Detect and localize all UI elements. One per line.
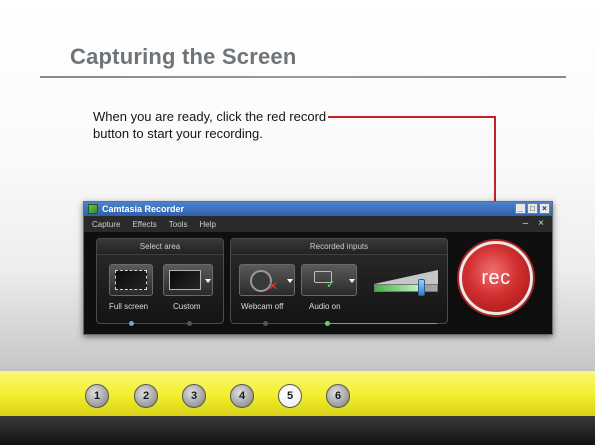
window-titlebar[interactable]: Camtasia Recorder _ □ × [84, 202, 552, 216]
camtasia-app-icon [88, 204, 98, 214]
record-button[interactable]: rec [459, 241, 533, 315]
full-screen-indicator [129, 321, 134, 326]
bottom-strip [0, 416, 595, 445]
nav-page-3-button[interactable]: 3 [182, 384, 206, 408]
select-area-panel: Select area Full screen Custom [96, 238, 224, 326]
menu-capture[interactable]: Capture [92, 220, 120, 229]
slide: Capturing the Screen When you are ready,… [0, 0, 595, 445]
menu-tools[interactable]: Tools [169, 220, 188, 229]
volume-wedge [374, 270, 438, 284]
full-screen-label: Full screen [109, 302, 149, 311]
title-divider [40, 76, 566, 78]
nav-page-1-button[interactable]: 1 [85, 384, 109, 408]
select-area-header: Select area [97, 239, 223, 255]
recorded-inputs-header: Recorded inputs [231, 239, 447, 255]
window-buttons: _ □ × [515, 203, 550, 214]
custom-area-button[interactable] [163, 264, 213, 296]
close-button[interactable]: × [539, 203, 550, 214]
menu-effects[interactable]: Effects [132, 220, 156, 229]
nav-page-4-button[interactable]: 4 [230, 384, 254, 408]
audio-label: Audio on [309, 302, 341, 311]
custom-dropdown-icon[interactable] [205, 279, 211, 283]
webcam-label: Webcam off [241, 302, 284, 311]
full-screen-button[interactable] [109, 264, 153, 296]
audio-track-line [327, 323, 437, 324]
recorder-close-button[interactable]: × [538, 218, 544, 229]
window-title: Camtasia Recorder [102, 204, 185, 214]
recorder-controls: – × [523, 218, 544, 229]
minimize-button[interactable]: _ [515, 203, 526, 214]
menu-help[interactable]: Help [199, 220, 215, 229]
audio-level-meter [375, 285, 420, 291]
nav-page-2-button[interactable]: 2 [134, 384, 158, 408]
collapse-button[interactable]: – [523, 218, 529, 229]
instruction-text: When you are ready, click the red record… [93, 109, 327, 141]
audio-on-icon: ✓ [326, 279, 336, 291]
volume-slider-track[interactable] [374, 284, 438, 292]
audio-button[interactable]: ✓ [301, 264, 357, 296]
webcam-off-icon: ✕ [268, 279, 279, 293]
full-screen-icon [115, 270, 147, 290]
maximize-button[interactable]: □ [527, 203, 538, 214]
nav-page-5-button[interactable]: 5 [278, 384, 302, 408]
slide-title: Capturing the Screen [70, 44, 297, 69]
callout-line-horizontal [328, 116, 496, 118]
volume-slider-handle[interactable] [418, 279, 425, 296]
menu-bar: Capture Effects Tools Help [84, 216, 552, 232]
nav-page-6-button[interactable]: 6 [326, 384, 350, 408]
webcam-dropdown-icon[interactable] [287, 279, 293, 283]
webcam-button[interactable]: ✕ [239, 264, 295, 296]
webcam-indicator [263, 321, 268, 326]
custom-label: Custom [173, 302, 201, 311]
audio-dropdown-icon[interactable] [349, 279, 355, 283]
custom-indicator [187, 321, 192, 326]
custom-area-icon [169, 270, 201, 290]
